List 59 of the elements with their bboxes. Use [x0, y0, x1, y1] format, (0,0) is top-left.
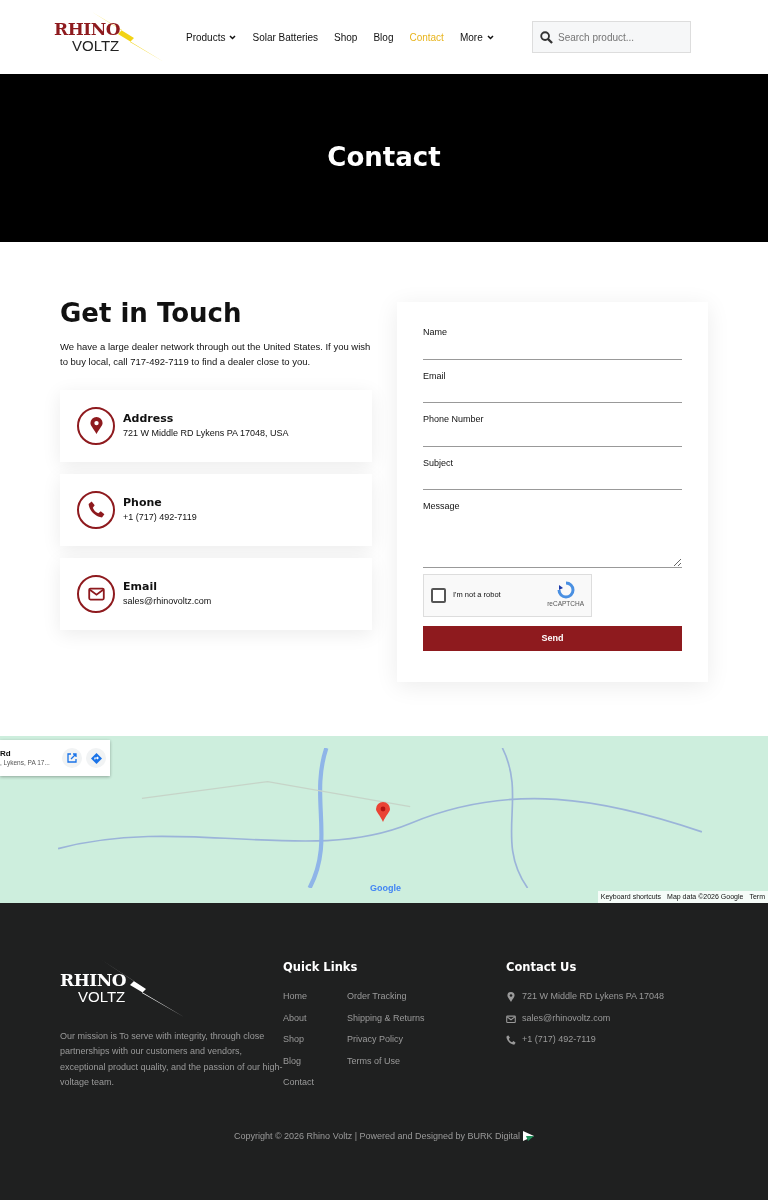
field-label: Subject — [423, 456, 455, 470]
field-label: Name — [423, 326, 448, 339]
info-value: sales@rhinovoltz.com — [123, 595, 212, 609]
copyright-text: Copyright © 2026 Rhino Voltz | Powered and Designed by BURK Digital — [233, 1129, 521, 1143]
section-heading: Get in Touch — [60, 298, 243, 330]
phone-icon — [87, 501, 105, 519]
field-label: Message — [423, 500, 461, 513]
footer-link[interactable]: Blog — [283, 1054, 347, 1069]
nav-link[interactable]: More — [459, 29, 494, 45]
footer-link[interactable]: Terms of Use — [347, 1054, 425, 1069]
info-title: Email — [123, 578, 158, 595]
field-label: Email — [423, 369, 447, 383]
captcha-checkbox[interactable] — [431, 587, 446, 603]
footer-link[interactable]: Contact — [283, 1076, 347, 1090]
envelope-icon — [87, 585, 105, 603]
recaptcha-icon — [556, 581, 575, 600]
google-logo: Google — [370, 881, 401, 895]
footer-link[interactable]: Home — [283, 990, 347, 1004]
footer-contact-text: +1 (717) 492-7119 — [522, 1033, 596, 1047]
footer-logo[interactable]: RHINO VOLTZ — [60, 959, 184, 1017]
info-title: Phone — [123, 494, 163, 511]
logo-text: VOLTZ — [71, 38, 121, 53]
mission-text: Our mission is To serve with integrity, through close partnerships with our customers and vendors, exceptional product quality, and the passion of our high-voltage team. — [60, 1030, 283, 1089]
page-title: Contact — [327, 142, 441, 174]
place-title: Rd — [0, 748, 12, 759]
nav-link[interactable]: Solar Batteries — [252, 29, 319, 45]
arrow-logo-icon — [523, 1131, 535, 1142]
footer-contact-text: 721 W Middle RD Lykens PA 17048 — [522, 990, 665, 1004]
search-icon — [540, 31, 553, 44]
directions-icon — [90, 752, 102, 764]
open-map-button[interactable] — [62, 748, 82, 768]
footer-link[interactable]: Privacy Policy — [347, 1033, 425, 1047]
logo[interactable]: RHINO VOLTZ — [54, 12, 164, 62]
footer-link[interactable]: Shipping & Returns — [347, 1011, 425, 1026]
info-value: 721 W Middle RD Lykens PA 17048, USA — [123, 427, 289, 441]
phone-icon — [506, 1035, 516, 1045]
footer-link[interactable]: Shop — [283, 1033, 347, 1047]
location-pin-icon — [506, 992, 516, 1002]
info-value: +1 (717) 492-7119 — [123, 511, 197, 525]
logo-text: VOLTZ — [77, 989, 127, 1004]
map-pin-icon — [376, 802, 390, 822]
info-title: Address — [123, 410, 175, 427]
directions-button[interactable] — [86, 748, 106, 768]
footer-link[interactable]: About — [283, 1011, 347, 1026]
footer-contact-text: sales@rhinovoltz.com — [522, 1011, 611, 1025]
nav-link[interactable]: Blog — [373, 29, 394, 45]
nav-link[interactable]: Shop — [334, 29, 358, 45]
intro-text: We have a large dealer network through out the United States. If you wish to buy local, call 717-492-7119 to find a dealer close to you. — [60, 340, 372, 370]
envelope-icon — [506, 1013, 516, 1024]
footer-heading: Quick Links — [283, 959, 359, 976]
footer-heading: Contact Us — [506, 959, 578, 976]
logo-text: RHINO — [54, 21, 121, 38]
nav-link[interactable]: Products — [186, 29, 237, 45]
send-button[interactable]: Send — [423, 625, 682, 651]
search-field[interactable]: Search product... — [532, 21, 691, 53]
footer-link[interactable]: Order Tracking — [347, 990, 425, 1004]
field-label: Phone Number — [423, 413, 485, 426]
external-link-icon — [67, 753, 77, 763]
logo-text: RHINO — [60, 972, 127, 989]
